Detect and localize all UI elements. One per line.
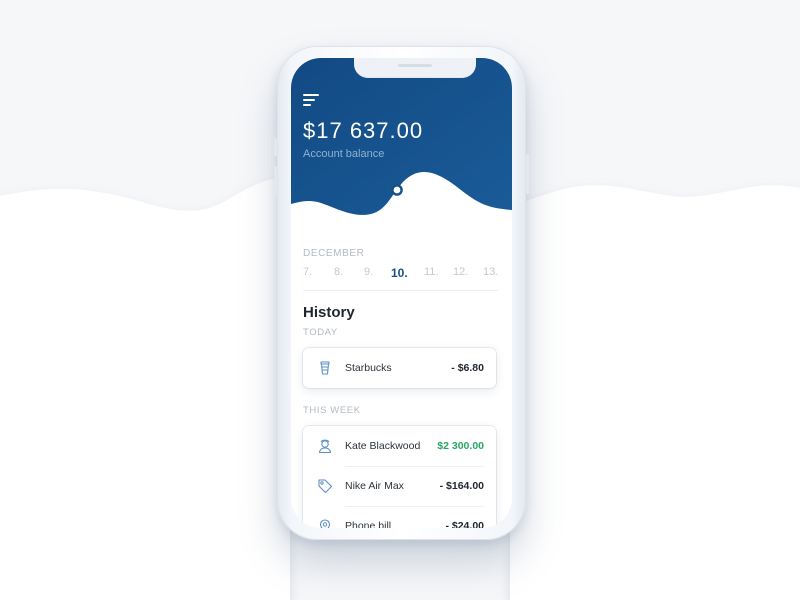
day-item[interactable]: 11.	[424, 266, 438, 278]
balance-amount: $17 637.00	[303, 118, 424, 143]
transaction-row[interactable]: Phone bill - $24.00	[303, 506, 496, 528]
speaker	[398, 64, 432, 67]
phone-frame: $17 637.00 Account balance DECEMBER 7. 8…	[274, 46, 529, 540]
transaction-name: Nike Air Max	[345, 480, 404, 492]
transaction-amount: - $164.00	[439, 480, 484, 492]
day-selector: 7. 8. 9. 10. 11. 12. 13.	[303, 266, 498, 286]
transaction-amount: - $24.00	[445, 520, 484, 528]
section-label-this-week: THIS WEEK	[303, 405, 361, 416]
day-item[interactable]: 12.	[453, 266, 468, 278]
balance-label: Account balance	[303, 148, 385, 160]
day-item[interactable]: 13.	[483, 266, 498, 278]
side-button-right	[526, 154, 529, 194]
day-item-selected[interactable]: 10.	[391, 266, 408, 280]
transaction-name: Starbucks	[345, 362, 392, 374]
location-pin-icon	[319, 519, 331, 528]
month-label: DECEMBER	[303, 248, 365, 259]
hamburger-menu-icon-line	[303, 104, 311, 106]
day-item[interactable]: 9.	[364, 266, 373, 278]
transaction-row[interactable]: Starbucks - $6.80	[303, 348, 496, 388]
chart-marker[interactable]	[391, 184, 403, 196]
side-button-left-2	[274, 166, 277, 196]
section-label-today: TODAY	[303, 327, 338, 338]
day-item[interactable]: 7.	[303, 266, 312, 278]
transactions-card-week: Kate Blackwood $2 300.00 Nike Air Max - …	[303, 426, 496, 528]
transaction-amount: $2 300.00	[437, 440, 484, 452]
price-tag-icon	[318, 479, 333, 494]
hamburger-menu-icon-line	[303, 99, 315, 101]
transaction-name: Phone bill	[345, 520, 392, 528]
history-title: History	[303, 304, 355, 321]
coffee-cup-icon	[320, 361, 330, 375]
transaction-name: Kate Blackwood	[345, 440, 421, 452]
transaction-amount: - $6.80	[451, 362, 484, 374]
transaction-row[interactable]: Nike Air Max - $164.00	[303, 466, 496, 506]
notch	[354, 58, 476, 78]
side-button-left-1	[274, 138, 277, 156]
app-screen: $17 637.00 Account balance DECEMBER 7. 8…	[291, 58, 512, 528]
transactions-card-today: Starbucks - $6.80	[303, 348, 496, 388]
divider	[303, 290, 498, 291]
menu-button[interactable]	[303, 94, 319, 108]
transaction-row[interactable]: Kate Blackwood $2 300.00	[303, 426, 496, 466]
person-icon	[318, 439, 332, 454]
day-item[interactable]: 8.	[334, 266, 343, 278]
hamburger-menu-icon	[303, 94, 319, 96]
